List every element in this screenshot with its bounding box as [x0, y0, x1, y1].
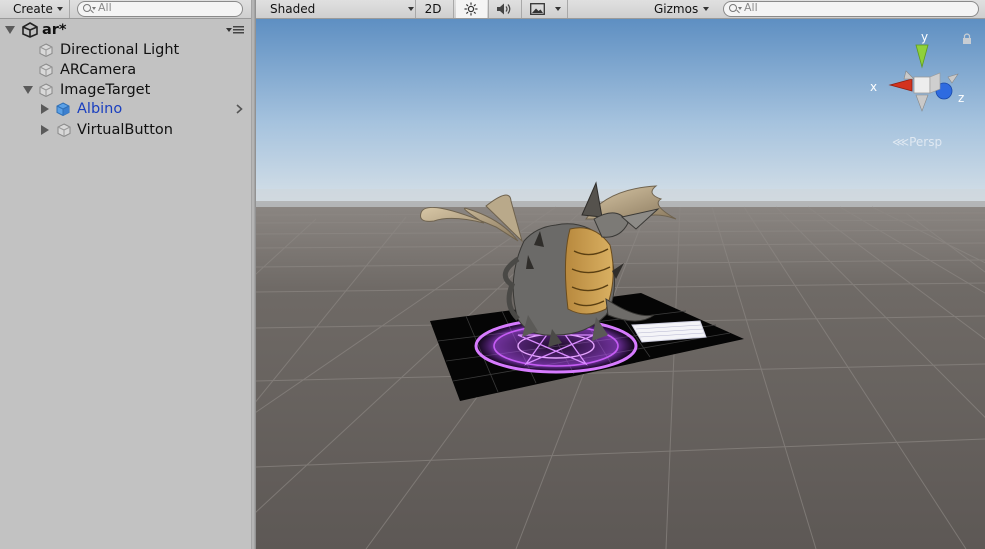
scene-effects-toggle[interactable] [522, 0, 550, 18]
scene-root-row[interactable]: ar* [0, 20, 251, 40]
unity-logo-icon [22, 22, 38, 38]
gizmo-label-y: y [921, 30, 928, 44]
chevron-down-icon [57, 7, 63, 11]
scene-toolbar: Shaded 2D Gizmos All [256, 0, 985, 19]
toggle-2d-button[interactable]: 2D [420, 0, 446, 18]
foldout-collapsed-icon[interactable] [41, 125, 49, 135]
scene-render: y x z [256, 19, 985, 549]
speaker-icon [497, 3, 511, 15]
gizmo-label-x: x [870, 80, 877, 94]
toolbar-divider [453, 0, 454, 18]
chevron-right-icon[interactable] [236, 104, 243, 114]
tree-item-label: VirtualButton [77, 122, 173, 138]
scene-view-panel: Shaded 2D Gizmos All y x z ⋘Persp [256, 0, 985, 549]
sun-icon [464, 2, 478, 16]
projection-toggle[interactable]: ⋘Persp [892, 135, 942, 149]
search-placeholder: All [744, 1, 758, 14]
gizmos-dropdown[interactable]: Gizmos [647, 0, 713, 18]
scene-viewport[interactable]: y x z ⋘Persp [256, 19, 985, 549]
foldout-expanded-icon[interactable] [5, 26, 15, 34]
hierarchy-search-input[interactable]: All [77, 1, 243, 17]
tree-item-albino[interactable]: Albino [0, 99, 251, 119]
tree-item-label: Albino [77, 101, 123, 117]
gameobject-cube-icon [57, 123, 71, 137]
foldout-collapsed-icon[interactable] [41, 104, 49, 114]
create-dropdown[interactable]: Create [4, 1, 64, 17]
tree-item-label: ARCamera [60, 62, 137, 78]
foldout-expanded-icon[interactable] [23, 86, 33, 94]
menu-icon[interactable] [233, 26, 244, 34]
gizmo-center-cube[interactable] [913, 76, 931, 94]
tree-item-label: Directional Light [60, 42, 180, 58]
shading-mode-label: Shaded [270, 2, 316, 16]
projection-arrow-icon: ⋘ [892, 135, 910, 149]
scene-audio-toggle[interactable] [489, 0, 520, 18]
scene-lighting-toggle[interactable] [456, 0, 487, 18]
gameobject-cube-icon [39, 83, 53, 97]
hierarchy-panel: Create All ar* Directional Light ARCamer… [0, 0, 251, 549]
chevron-down-icon[interactable] [226, 28, 232, 32]
chevron-down-icon [555, 7, 561, 11]
chevron-down-icon [738, 7, 742, 10]
create-label: Create [13, 2, 53, 16]
tree-item-arcamera[interactable]: ARCamera [0, 60, 251, 80]
tree-item-virtualbutton[interactable]: VirtualButton [0, 120, 251, 140]
hierarchy-toolbar: Create All [0, 0, 251, 19]
toggle-2d-label: 2D [424, 2, 442, 16]
tree-item-directional-light[interactable]: Directional Light [0, 40, 251, 60]
gizmo-label-z: z [958, 91, 964, 105]
toolbar-divider [415, 0, 416, 18]
image-effects-icon [530, 3, 545, 15]
prefab-cube-icon [56, 102, 70, 116]
search-icon [83, 4, 91, 12]
toolbar-divider [69, 0, 70, 18]
effects-dropdown[interactable] [552, 0, 564, 18]
toolbar-divider [567, 0, 568, 18]
scene-search-input[interactable]: All [723, 1, 979, 17]
scene-name: ar* [42, 22, 67, 38]
tree-item-imagetarget[interactable]: ImageTarget [0, 80, 251, 100]
search-icon [729, 4, 737, 12]
chevron-down-icon [92, 7, 96, 10]
gizmos-label: Gizmos [654, 2, 699, 16]
tree-item-label: ImageTarget [60, 82, 151, 98]
search-placeholder: All [98, 1, 112, 14]
projection-label: Persp [909, 135, 943, 149]
chevron-down-icon [703, 7, 709, 11]
gameobject-cube-icon [39, 43, 53, 57]
gameobject-cube-icon [39, 63, 53, 77]
chevron-down-icon [408, 7, 414, 11]
shading-mode-dropdown[interactable]: Shaded [262, 0, 414, 18]
